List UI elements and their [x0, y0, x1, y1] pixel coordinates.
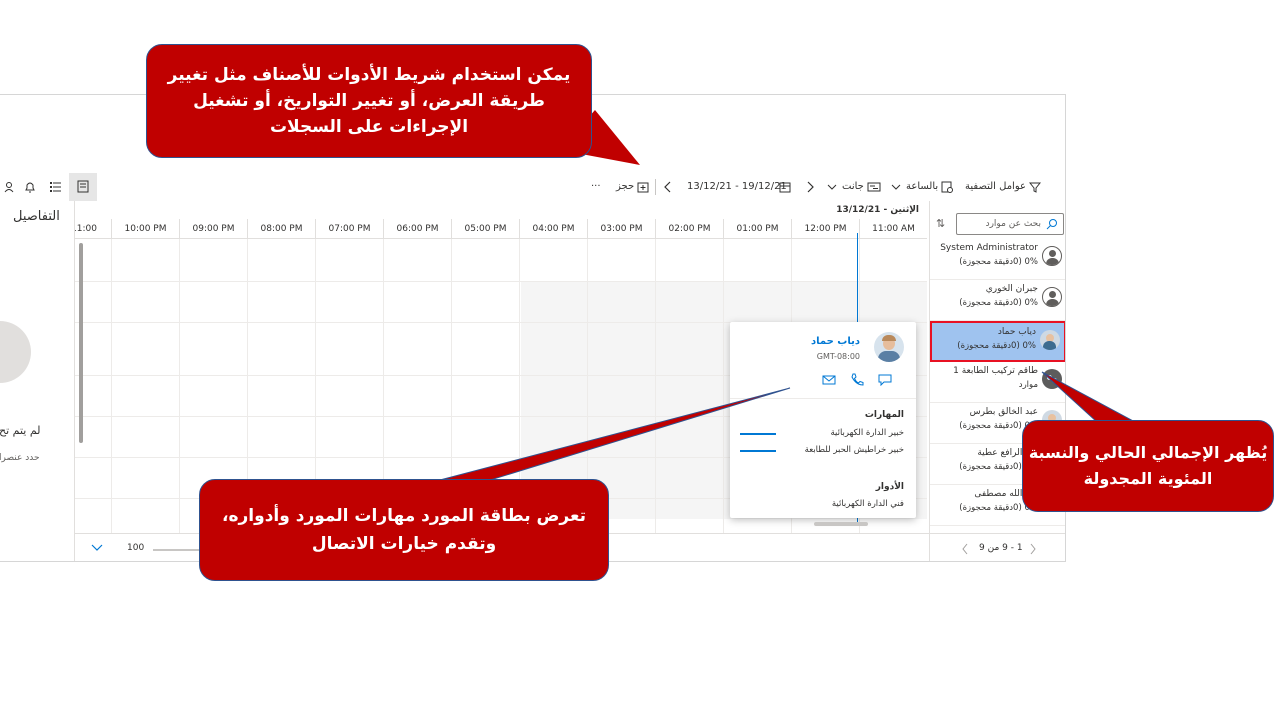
callout-text: المئوية المجدولة	[1083, 469, 1213, 488]
callout-text: وتقدم خيارات الاتصال	[311, 534, 497, 554]
callout-text: طريقة العرض، أو تغيير التواريخ، أو تشغيل	[193, 91, 545, 111]
callout-text: الإجراءات على السجلات	[269, 117, 469, 137]
card-callout: تعرض بطاقة المورد مهارات المورد وأدواره،…	[199, 479, 609, 581]
slide: ··· حجز 13/12/21 - 19/12/21 جانت بالساعة…	[0, 0, 1280, 720]
callout-text: يُظهر الإجمالي الحالي والنسبة	[1028, 443, 1268, 462]
callout-text: يمكن استخدام شريط الأدوات للأصناف مثل تغ…	[167, 65, 571, 85]
toolbar-callout: يمكن استخدام شريط الأدوات للأصناف مثل تغ…	[146, 44, 592, 158]
callout-text: تعرض بطاقة المورد مهارات المورد وأدواره،	[222, 506, 586, 526]
total-callout: يُظهر الإجمالي الحالي والنسبة المئوية ال…	[1022, 420, 1274, 512]
